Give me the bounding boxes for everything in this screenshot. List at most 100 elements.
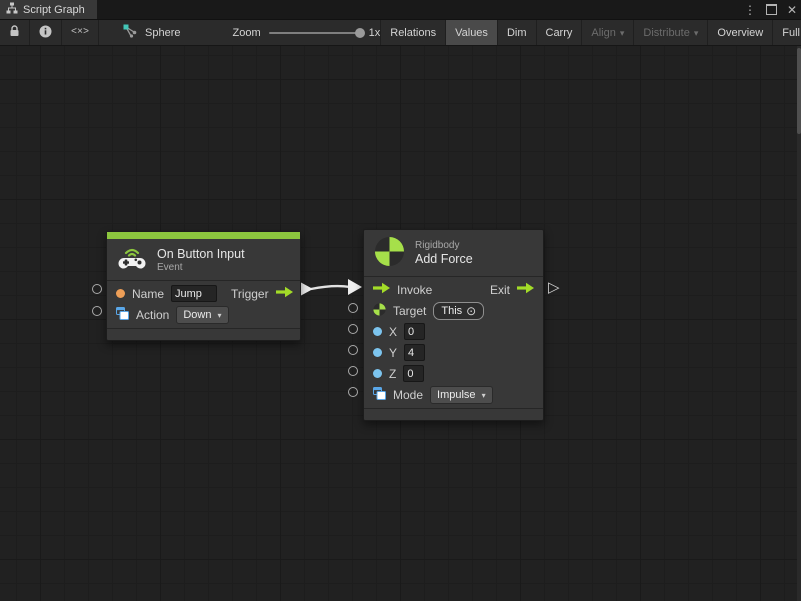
distribute-label: Distribute <box>643 27 689 39</box>
event-node-title: On Button Input <box>157 247 245 261</box>
x-label: X <box>389 325 397 339</box>
y-row: Y <box>364 342 543 363</box>
target-label: Target <box>393 304 426 318</box>
zoom-label: Zoom <box>233 27 261 39</box>
event-node-header[interactable]: On Button Input Event <box>107 239 300 280</box>
action-dropdown[interactable]: Down ▾ <box>176 306 228 324</box>
enum-port-icon[interactable] <box>116 307 129 323</box>
tab-script-graph[interactable]: Script Graph <box>0 0 97 19</box>
enum-port-icon[interactable] <box>373 387 386 403</box>
port-circle-action[interactable] <box>92 306 102 316</box>
rigidbody-port-icon[interactable] <box>373 303 386 319</box>
float-port-icon[interactable] <box>373 369 382 378</box>
node-on-button-input[interactable]: On Button Input Event Name Trigger <box>106 231 301 341</box>
port-circle-y[interactable] <box>348 345 358 355</box>
lock-button[interactable] <box>0 20 30 45</box>
wire-path[interactable] <box>311 286 350 289</box>
info-icon <box>39 25 52 41</box>
x-input[interactable] <box>404 323 425 340</box>
chevron-down-icon: ▾ <box>694 28 699 39</box>
code-icon: <×> <box>71 27 89 38</box>
zoom-slider-handle[interactable] <box>355 28 365 38</box>
lock-icon <box>9 25 20 40</box>
event-name-row: Name Trigger <box>107 283 300 304</box>
window-menu-icon[interactable]: ⋮ <box>744 4 756 16</box>
fullscreen-label: Full Screen <box>782 27 801 39</box>
overview-button[interactable]: Overview <box>708 20 773 45</box>
mode-row: Mode Impulse ▾ <box>364 384 543 405</box>
zoom-slider[interactable] <box>269 32 361 34</box>
relations-button[interactable]: Relations <box>381 20 446 45</box>
maximize-icon[interactable] <box>766 4 777 15</box>
port-circle-z[interactable] <box>348 366 358 376</box>
vertical-scrollbar[interactable] <box>797 46 801 601</box>
z-row: Z <box>364 363 543 384</box>
event-action-row: Action Down ▾ <box>107 304 300 325</box>
x-row: X <box>364 321 543 342</box>
values-button[interactable]: Values <box>446 20 498 45</box>
rigidbody-icon <box>374 236 405 270</box>
target-object-chip[interactable]: This ⊙ <box>433 302 484 320</box>
wire-end-arrow <box>348 279 362 295</box>
dim-label: Dim <box>507 27 527 39</box>
relations-label: Relations <box>390 27 436 39</box>
carry-button[interactable]: Carry <box>537 20 583 45</box>
port-circle-mode[interactable] <box>348 387 358 397</box>
values-label: Values <box>455 27 488 39</box>
graph-hierarchy-icon <box>6 2 18 17</box>
graph-toolbar: <×> Sphere Zoom 1x Relations <box>0 19 801 46</box>
graph-canvas[interactable]: On Button Input Event Name Trigger <box>0 46 801 601</box>
script-graph-asset-icon <box>123 24 138 41</box>
force-node-category: Rigidbody <box>415 240 473 251</box>
edit-graph-button[interactable]: <×> <box>62 20 99 45</box>
invoke-flow-arrow-icon[interactable] <box>373 282 390 297</box>
port-circle-x[interactable] <box>348 324 358 334</box>
mode-dropdown[interactable]: Impulse ▾ <box>430 386 493 404</box>
float-port-icon[interactable] <box>373 327 382 336</box>
trigger-label: Trigger <box>231 287 269 301</box>
exit-flow-outline-icon[interactable]: ▷ <box>548 280 560 295</box>
chevron-down-icon: ▾ <box>217 311 221 320</box>
target-row: Target This ⊙ <box>364 300 543 321</box>
name-input[interactable] <box>171 285 217 302</box>
action-value: Down <box>183 309 211 321</box>
zoom-value: 1x <box>369 27 381 39</box>
close-icon[interactable]: ✕ <box>787 4 797 16</box>
port-circle-name[interactable] <box>92 284 102 294</box>
y-input[interactable] <box>404 344 425 361</box>
graph-reference[interactable]: Sphere <box>99 20 190 45</box>
z-label: Z <box>389 367 396 381</box>
target-value: This <box>441 305 462 317</box>
event-node-footer <box>107 328 300 340</box>
string-port-icon[interactable] <box>116 289 125 298</box>
trigger-flow-arrow-icon[interactable] <box>276 286 293 301</box>
zoom-control: Zoom 1x <box>191 20 381 45</box>
graph-name-label: Sphere <box>145 27 180 39</box>
dim-button[interactable]: Dim <box>498 20 537 45</box>
tab-title: Script Graph <box>23 4 85 16</box>
invoke-label: Invoke <box>397 283 432 297</box>
mode-label: Mode <box>393 388 423 402</box>
y-label: Y <box>389 346 397 360</box>
z-input[interactable] <box>403 365 424 382</box>
info-button[interactable] <box>30 20 62 45</box>
script-graph-window: Script Graph ⋮ ✕ <box>0 0 801 600</box>
name-label: Name <box>132 287 164 301</box>
float-port-icon[interactable] <box>373 348 382 357</box>
object-picker-icon: ⊙ <box>466 305 476 317</box>
carry-label: Carry <box>546 27 573 39</box>
window-controls: ⋮ ✕ <box>744 0 797 19</box>
overview-label: Overview <box>717 27 763 39</box>
node-add-force[interactable]: Rigidbody Add Force Invoke Exit <box>363 229 544 421</box>
exit-flow-arrow-icon[interactable] <box>517 282 534 297</box>
port-circle-target[interactable] <box>348 303 358 313</box>
distribute-button: Distribute ▾ <box>634 20 708 45</box>
chevron-down-icon: ▾ <box>482 391 486 400</box>
mode-value: Impulse <box>437 389 476 401</box>
invoke-row: Invoke Exit <box>364 279 543 300</box>
vertical-scrollbar-thumb[interactable] <box>797 48 801 134</box>
wire-start-arrow <box>301 283 313 296</box>
force-node-header[interactable]: Rigidbody Add Force <box>364 230 543 276</box>
fullscreen-button[interactable]: Full Screen <box>773 20 801 45</box>
chevron-down-icon: ▾ <box>620 28 625 39</box>
